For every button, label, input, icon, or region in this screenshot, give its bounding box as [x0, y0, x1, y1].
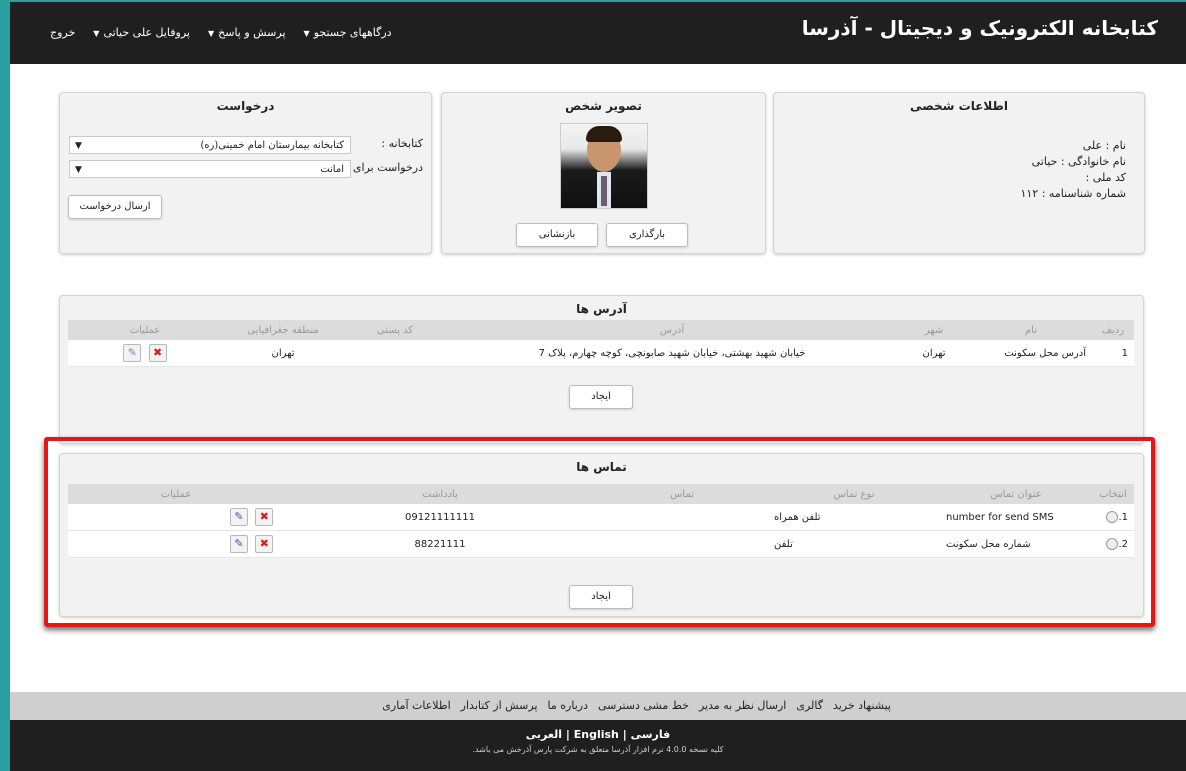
lang-en[interactable]: English [574, 728, 619, 741]
addresses-header-row: ردیف نام شهر آدرس کد پستی منطقه جغرافیای… [68, 320, 1134, 340]
footer-links-bar: پیشنهاد خرید گالری ارسال نظر به مدیر خط … [10, 692, 1186, 720]
request-for-select[interactable]: امانت ▼ [69, 160, 351, 178]
cell-postal [344, 340, 446, 367]
col-actions: عملیات [68, 320, 222, 340]
family-value: حیاتی [1031, 155, 1058, 168]
nav-qa-label: پرسش و پاسخ [218, 26, 286, 39]
nav-search-portals-label: درگاههای جستجو [313, 26, 392, 39]
id-number-label: شماره شناسنامه : [1041, 187, 1126, 200]
person-photo [560, 123, 648, 209]
library-label: کتابخانه : [381, 137, 423, 150]
personal-info-title: اطلاعات شخصی [910, 99, 1008, 113]
select-arrow-icon: ▼ [75, 141, 82, 151]
footer-link-statistics[interactable]: اطلاعات آماری [382, 699, 450, 712]
library-select[interactable]: کتابخانه بیمارستان امام خمینی(ره) ▼ [69, 136, 351, 154]
library-select-value: کتابخانه بیمارستان امام خمینی(ره) [200, 140, 344, 151]
reset-button[interactable]: بازنشانی [516, 223, 598, 247]
top-nav: درگاههای جستجو▼ پرسش و پاسخ▼ پروفایل علی… [50, 26, 392, 39]
family-label: نام خانوادگی : [1060, 155, 1126, 168]
request-panel: درخواست کتابخانه : کتابخانه بیمارستان ام… [59, 92, 432, 254]
name-row: نام : علی [1083, 139, 1126, 152]
photo-tie [601, 176, 607, 206]
col-city: شهر [898, 320, 970, 340]
site-title: کتابخانه الکترونیک و دیجیتال - آذرسا [801, 16, 1158, 40]
footer-link-purchase[interactable]: پیشنهاد خرید [833, 699, 891, 712]
edit-document-icon[interactable]: ✎ [123, 344, 142, 362]
nav-search-portals[interactable]: درگاههای جستجو▼ [304, 26, 392, 39]
upload-button[interactable]: بارگذاری [606, 223, 688, 247]
cell-name: آدرس محل سکونت [970, 340, 1092, 367]
submit-request-button[interactable]: ارسال درخواست [68, 195, 162, 219]
name-label: نام : [1105, 139, 1126, 152]
request-title: درخواست [216, 99, 275, 113]
national-code-row: کد ملی : [1086, 171, 1126, 184]
col-index: ردیف [1092, 320, 1134, 340]
cell-actions: ✖ ✎ [68, 340, 222, 367]
chevron-down-icon: ▼ [93, 29, 100, 38]
nav-logout[interactable]: خروج [50, 26, 75, 39]
photo-panel: تصویر شخص بارگذاری بازنشانی [441, 92, 766, 254]
addresses-title: آدرس ها [576, 302, 627, 316]
select-arrow-icon: ▼ [75, 165, 82, 175]
personal-info-panel: اطلاعات شخصی نام : علی نام خانوادگی : حی… [773, 92, 1145, 254]
col-region: منطقه جغرافیایی [222, 320, 344, 340]
nav-profile-label: پروفایل علی حیاتی [103, 26, 190, 39]
footer-link-access-policy[interactable]: خط مشی دسترسی [598, 699, 689, 712]
top-bar: کتابخانه الکترونیک و دیجیتال - آذرسا درگ… [10, 2, 1186, 64]
delete-icon[interactable]: ✖ [148, 344, 167, 362]
col-address: آدرس [446, 320, 898, 340]
lang-fa[interactable]: فارسی [631, 728, 671, 741]
copyright-text: کلیه نسخه 4.0.0 نرم افزار آذرسا متعلق به… [472, 745, 724, 754]
lang-separator: | [565, 728, 570, 741]
photo-hair [586, 126, 622, 142]
footer-links: پیشنهاد خرید گالری ارسال نظر به مدیر خط … [382, 699, 891, 712]
highlight-box [44, 437, 1155, 627]
name-value: علی [1082, 139, 1103, 152]
id-number-row: شماره شناسنامه : ۱۱۲ [1020, 187, 1126, 200]
footer-link-ask-librarian[interactable]: پرسش از کتابدار [461, 699, 538, 712]
language-switcher: فارسی | English | العربی [10, 728, 1186, 741]
cell-index: 1 [1092, 340, 1134, 367]
nav-profile[interactable]: پروفایل علی حیاتی▼ [93, 26, 190, 39]
footer-link-feedback[interactable]: ارسال نظر به مدیر [699, 699, 786, 712]
addresses-panel: آدرس ها ردیف نام شهر آدرس کد پستی منطقه … [59, 295, 1144, 444]
nav-qa[interactable]: پرسش و پاسخ▼ [208, 26, 286, 39]
cell-region: تهران [222, 340, 344, 367]
create-address-button[interactable]: ایجاد [569, 385, 633, 409]
photo-title: تصویر شخص [565, 99, 642, 113]
col-name: نام [970, 320, 1092, 340]
request-for-label: درخواست برای : [345, 161, 423, 174]
family-row: نام خانوادگی : حیاتی [1032, 155, 1126, 168]
chevron-down-icon: ▼ [303, 29, 310, 38]
chevron-down-icon: ▼ [207, 29, 215, 38]
cell-city: تهران [898, 340, 970, 367]
cell-address: خیابان شهید بهشتی، خیابان شهید صابونچی، … [446, 340, 898, 367]
table-row: 1 آدرس محل سکونت تهران خیابان شهید بهشتی… [68, 340, 1134, 367]
col-postal: کد پستی [344, 320, 446, 340]
lang-ar[interactable]: العربی [526, 728, 562, 741]
addresses-table: ردیف نام شهر آدرس کد پستی منطقه جغرافیای… [68, 320, 1134, 367]
request-for-value: امانت [320, 164, 344, 175]
national-code-label: کد ملی : [1085, 171, 1126, 184]
footer-link-gallery[interactable]: گالری [796, 699, 823, 712]
footer-bottom: فارسی | English | العربی کلیه نسخه 4.0.0… [10, 720, 1186, 771]
id-number-value: ۱۱۲ [1020, 187, 1039, 200]
lang-separator: | [622, 728, 627, 741]
footer-link-about[interactable]: درباره ما [548, 699, 588, 712]
